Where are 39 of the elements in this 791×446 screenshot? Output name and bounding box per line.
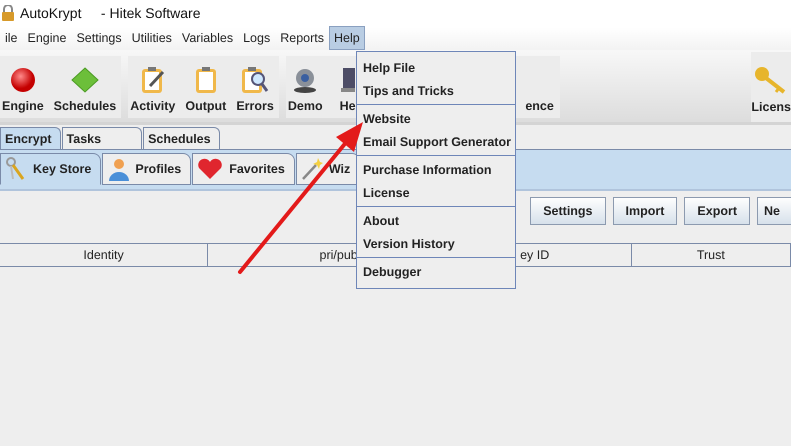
box-icon (340, 66, 355, 94)
lock-icon (2, 5, 14, 21)
window-title: AutoKrypt - Hitek Software (20, 5, 201, 21)
menu-item[interactable]: Website (357, 107, 515, 130)
tab[interactable]: Profiles (102, 153, 192, 185)
clipboard-pencil-icon (140, 66, 165, 94)
toolbar-button[interactable]: ence (522, 56, 558, 118)
diamond-icon (70, 67, 99, 93)
toolbar-button[interactable]: Engine (2, 56, 47, 118)
menu-item[interactable]: Help (329, 26, 365, 50)
toolbar-button[interactable]: Output (182, 56, 230, 118)
toolbar-button[interactable]: Errors (233, 56, 277, 118)
tab[interactable]: Encrypt (0, 127, 61, 149)
tab[interactable]: Favorites (192, 153, 295, 185)
menu-item[interactable]: Engine (22, 26, 72, 50)
menu-item[interactable]: About (357, 209, 515, 232)
toolbar-button[interactable]: Demo (288, 56, 326, 118)
clipboard-magnifier-icon (241, 66, 270, 94)
menu-item[interactable]: Settings (71, 26, 127, 50)
menu-item[interactable]: ile (0, 26, 23, 50)
keys-icon (5, 157, 27, 181)
tab[interactable]: Tasks (62, 127, 142, 149)
person-icon (107, 157, 130, 181)
menu-item[interactable]: Variables (176, 26, 238, 50)
ball-icon (10, 67, 36, 93)
toolbar-button[interactable]: Schedules (50, 56, 120, 118)
column-header[interactable]: Trust (632, 244, 791, 266)
toolbar-button[interactable]: Activity (130, 56, 178, 118)
wand-icon (300, 157, 323, 181)
menu-item[interactable]: Tips and Tricks (357, 79, 515, 102)
heart-icon (197, 158, 224, 180)
menu-item[interactable]: Utilities (126, 26, 177, 50)
menu-item[interactable]: Email Support Generator (357, 130, 515, 153)
clipboard-icon (194, 66, 218, 94)
menu-item[interactable]: Reports (275, 26, 329, 50)
menu-item[interactable]: Logs (238, 26, 276, 50)
menu-item[interactable]: Help File (357, 56, 515, 79)
tab[interactable]: Schedules (143, 127, 220, 149)
tab[interactable]: Key Store (0, 153, 102, 185)
